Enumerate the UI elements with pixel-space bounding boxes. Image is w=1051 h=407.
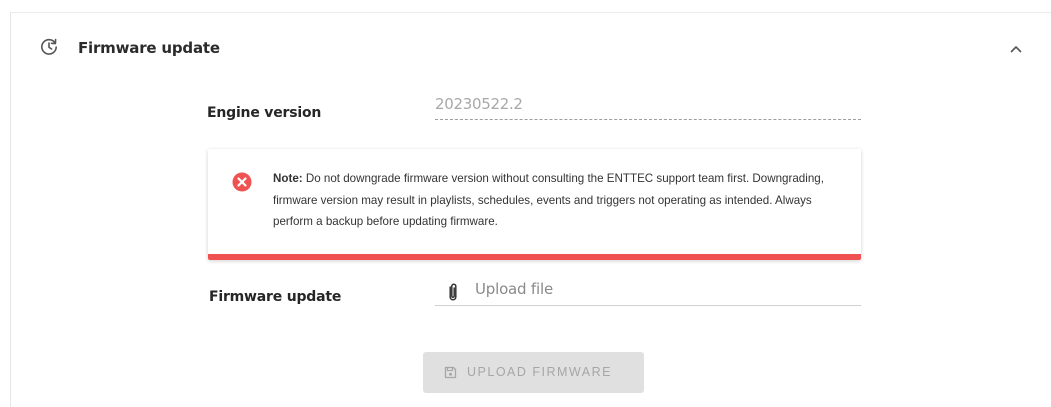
firmware-update-label: Firmware update bbox=[209, 289, 342, 305]
warning-note: Note: Do not downgrade firmware version … bbox=[208, 149, 861, 260]
upload-firmware-label: UPLOAD FIRMWARE bbox=[467, 365, 612, 379]
paperclip-icon[interactable] bbox=[446, 282, 460, 302]
upload-file-input[interactable]: Upload file bbox=[435, 276, 861, 306]
note-body: Do not downgrade firmware version withou… bbox=[273, 172, 824, 228]
upload-firmware-button[interactable]: UPLOAD FIRMWARE bbox=[423, 352, 644, 393]
note-text: Note: Do not downgrade firmware version … bbox=[273, 168, 848, 233]
save-icon bbox=[444, 366, 457, 379]
history-icon bbox=[41, 38, 57, 55]
chevron-up-icon[interactable] bbox=[1006, 39, 1026, 59]
engine-version-label: Engine version bbox=[207, 105, 322, 121]
error-circle-icon bbox=[232, 172, 252, 192]
section-title: Firmware update bbox=[78, 39, 220, 57]
note-prefix: Note: bbox=[273, 172, 303, 185]
upload-placeholder: Upload file bbox=[475, 280, 553, 298]
engine-version-field: 20230522.2 bbox=[435, 94, 861, 120]
panel-header[interactable]: Firmware update bbox=[11, 13, 1051, 85]
firmware-update-panel: Firmware update Engine version 20230522.… bbox=[10, 12, 1051, 407]
